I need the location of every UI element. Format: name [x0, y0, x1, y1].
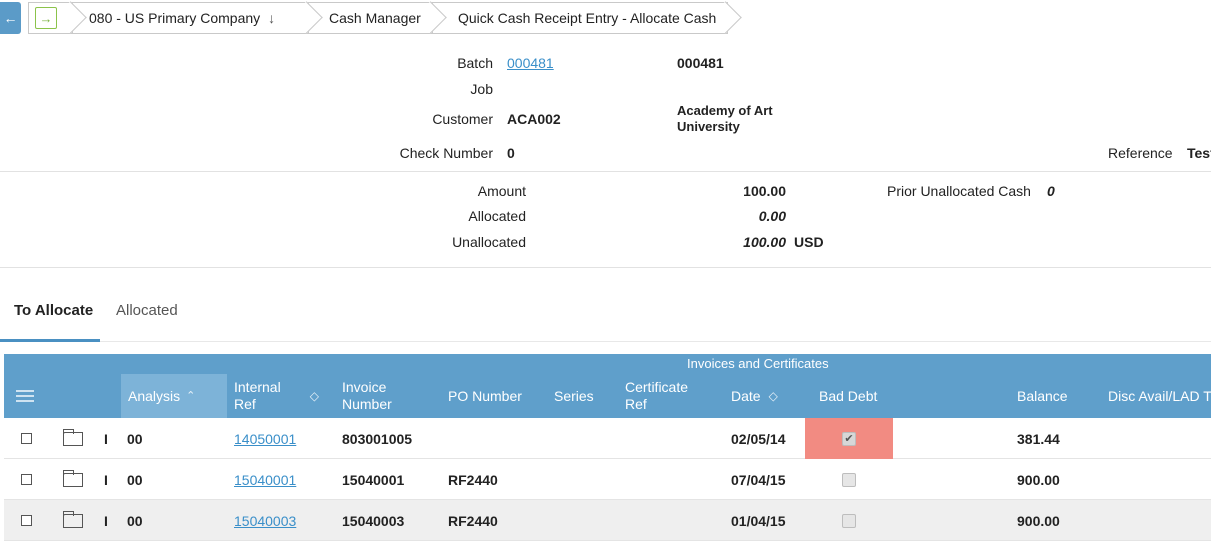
- row-balance: 900.00: [1017, 471, 1060, 488]
- row-internal-ref-link[interactable]: 15040001: [234, 459, 296, 500]
- row-date: 02/05/14: [731, 430, 786, 447]
- column-date[interactable]: Date ◇: [731, 374, 778, 418]
- table-row[interactable]: I 00 15040003 15040003 RF2440 01/04/15 9…: [4, 500, 1211, 541]
- allocated-label: Allocated: [468, 208, 526, 224]
- batch-value: 000481: [677, 55, 724, 71]
- reference-label: Reference: [1108, 145, 1173, 161]
- back-arrow-icon[interactable]: ←: [0, 2, 21, 34]
- divider: [0, 267, 1211, 268]
- tab-divider: [0, 341, 1211, 342]
- job-label: Job: [470, 81, 493, 97]
- row-type: I: [104, 512, 108, 529]
- column-analysis-label: Analysis: [128, 387, 181, 404]
- sort-icon[interactable]: ◇: [310, 388, 319, 405]
- column-bad-debt[interactable]: Bad Debt: [819, 374, 877, 418]
- row-analysis: 00: [127, 471, 143, 488]
- row-analysis: 00: [127, 512, 143, 529]
- row-invoice-number: 15040001: [342, 471, 405, 488]
- reference-value: Test: [1187, 145, 1211, 161]
- column-cert-label-1: Certificate: [625, 379, 689, 395]
- sort-ascending-icon[interactable]: ⌃: [186, 388, 195, 405]
- tab-allocated[interactable]: Allocated: [116, 302, 178, 319]
- bad-debt-checkbox[interactable]: ✔: [842, 431, 856, 446]
- breadcrumb: ← → 080 - US Primary Company ↓ Cash Mana…: [0, 0, 1211, 36]
- row-type: I: [104, 471, 108, 488]
- row-select-checkbox[interactable]: [21, 474, 32, 485]
- column-po-number[interactable]: PO Number: [448, 374, 522, 418]
- column-disc-avail[interactable]: Disc Avail/LAD T: [1108, 374, 1211, 418]
- column-internal-ref-label-1: Internal: [234, 379, 281, 395]
- row-po-number: RF2440: [448, 512, 498, 529]
- row-invoice-number: 803001005: [342, 430, 413, 447]
- prior-unallocated-label: Prior Unallocated Cash: [887, 183, 1031, 199]
- check-number-value: 0: [507, 145, 515, 161]
- exit-icon[interactable]: →: [35, 7, 57, 29]
- folder-icon[interactable]: [63, 510, 83, 528]
- table-row[interactable]: I 00 14050001 803001005 02/05/14 ✔ 381.4…: [4, 418, 1211, 459]
- column-analysis[interactable]: Analysis ⌃: [121, 374, 227, 418]
- arrow-down-icon[interactable]: ↓: [268, 10, 275, 26]
- column-series[interactable]: Series: [554, 374, 594, 418]
- column-internal-ref-label-2: Ref: [234, 396, 256, 412]
- row-invoice-number: 15040003: [342, 512, 405, 529]
- bad-debt-cell-highlight: ✔: [805, 418, 893, 459]
- row-internal-ref-link[interactable]: 14050001: [234, 418, 296, 459]
- column-invoice-label-1: Invoice: [342, 379, 387, 395]
- column-invoice-number[interactable]: Invoice Number: [342, 374, 432, 418]
- row-date: 07/04/15: [731, 471, 786, 488]
- customer-name-line2: University: [677, 119, 740, 134]
- column-cert-label-2: Ref: [625, 396, 647, 412]
- column-invoice-label-2: Number: [342, 396, 392, 412]
- invoices-grid: Invoices and Certificates Analysis ⌃ Int…: [4, 354, 1211, 541]
- prior-unallocated-value: 0: [1047, 183, 1055, 199]
- page-title: Quick Cash Receipt Entry - Allocate Cash: [458, 10, 717, 26]
- row-po-number: RF2440: [448, 471, 498, 488]
- row-type: I: [104, 430, 108, 447]
- column-menu-icon[interactable]: [16, 390, 34, 405]
- currency-code: USD: [794, 234, 824, 250]
- grid-group-header: Invoices and Certificates: [4, 354, 1211, 374]
- column-balance[interactable]: Balance: [1017, 374, 1068, 418]
- amount-label: Amount: [477, 183, 526, 199]
- grid-group-title: Invoices and Certificates: [687, 356, 829, 371]
- column-date-label: Date: [731, 387, 761, 404]
- batch-label: Batch: [457, 55, 493, 71]
- column-internal-ref[interactable]: Internal Ref ◇: [234, 374, 334, 418]
- unallocated-label: Unallocated: [452, 234, 526, 250]
- unallocated-value: 100.00: [743, 234, 786, 250]
- customer-code: ACA002: [507, 111, 561, 127]
- bad-debt-checkbox[interactable]: [842, 513, 856, 528]
- batch-link[interactable]: 000481: [507, 55, 554, 71]
- allocated-value: 0.00: [758, 208, 786, 224]
- customer-label: Customer: [432, 111, 493, 127]
- breadcrumb-page: Quick Cash Receipt Entry - Allocate Cash: [432, 2, 728, 34]
- active-tab-indicator: [0, 339, 100, 342]
- row-balance: 900.00: [1017, 512, 1060, 529]
- module-label: Cash Manager: [329, 10, 421, 26]
- table-row[interactable]: I 00 15040001 15040001 RF2440 07/04/15 9…: [4, 459, 1211, 500]
- row-date: 01/04/15: [731, 512, 786, 529]
- row-select-checkbox[interactable]: [21, 433, 32, 444]
- customer-name-line1: Academy of Art: [677, 103, 773, 118]
- amount-value: 100.00: [743, 183, 786, 199]
- row-balance: 381.44: [1017, 430, 1060, 447]
- divider: [0, 171, 1211, 172]
- breadcrumb-company[interactable]: 080 - US Primary Company ↓: [72, 2, 308, 34]
- breadcrumb-module[interactable]: Cash Manager: [308, 2, 432, 34]
- column-certificate-ref[interactable]: Certificate Ref: [625, 374, 688, 418]
- tab-to-allocate[interactable]: To Allocate: [14, 302, 93, 319]
- sort-icon[interactable]: ◇: [769, 388, 778, 405]
- row-internal-ref-link[interactable]: 15040003: [234, 500, 296, 541]
- check-number-label: Check Number: [399, 145, 493, 161]
- folder-icon[interactable]: [63, 469, 83, 487]
- company-label: 080 - US Primary Company: [89, 10, 261, 26]
- row-select-checkbox[interactable]: [21, 515, 32, 526]
- bad-debt-checkbox[interactable]: [842, 472, 856, 487]
- row-analysis: 00: [127, 430, 143, 447]
- grid-column-headers: Analysis ⌃ Internal Ref ◇ Invoice Number…: [4, 374, 1211, 418]
- folder-icon[interactable]: [63, 428, 83, 446]
